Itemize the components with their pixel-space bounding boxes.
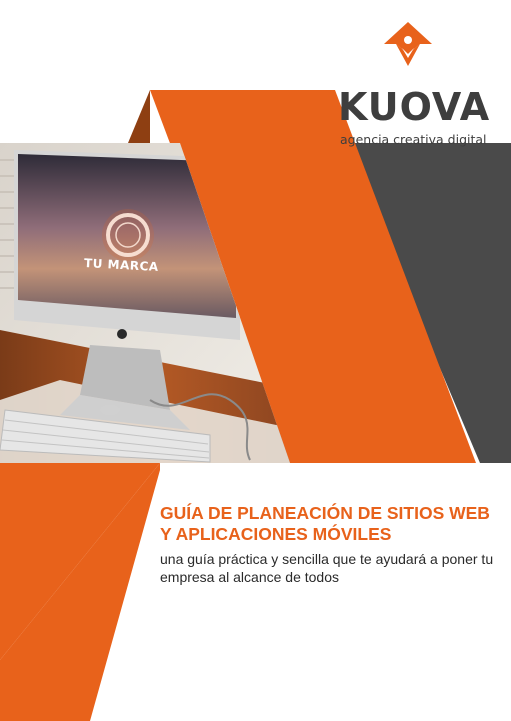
cover-page: TU MARCA KUOVA agencia creativa digital … xyxy=(0,0,511,721)
kuova-logo-icon xyxy=(384,22,432,66)
brand-name: KUOVA xyxy=(338,85,491,129)
cover-title: GUÍA DE PLANEACIÓN DE SITIOS WEB Y APLIC… xyxy=(160,503,490,544)
cover-subtitle: una guía práctica y sencilla que te ayud… xyxy=(160,551,494,585)
accent-triangle xyxy=(128,90,150,143)
brand-tagline: agencia creativa digital xyxy=(340,132,487,147)
